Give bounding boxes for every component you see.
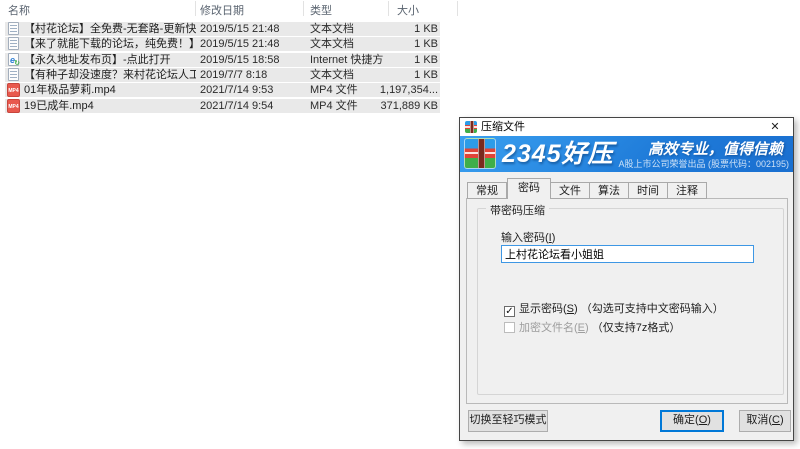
- close-icon[interactable]: ✕: [765, 119, 785, 135]
- encrypt-filename-checkbox[interactable]: 加密文件名(E) （仅支持7z格式）: [504, 322, 680, 336]
- password-input[interactable]: [501, 245, 754, 263]
- app-logo-icon: [465, 121, 477, 133]
- text-file-icon: [7, 68, 20, 82]
- file-row[interactable]: e↻ 【永久地址发布页】-点此打开 2019/5/15 18:58 Intern…: [5, 53, 440, 67]
- password-label: 输入密码(I): [501, 229, 555, 245]
- file-row[interactable]: MP4 01年极品萝莉.mp4 2021/7/14 9:53 MP4 文件 1,…: [5, 83, 440, 97]
- compress-dialog: 压缩文件 ✕ 2345好压 高效专业，值得信赖 A股上市公司荣誉出品 (股票代码…: [459, 117, 794, 441]
- column-divider[interactable]: [303, 1, 304, 16]
- file-name: 【有种子却没速度？来村花论坛人工加...: [24, 68, 196, 82]
- tab-algorithm[interactable]: 算法: [590, 182, 629, 199]
- column-header-type[interactable]: 类型: [310, 2, 332, 18]
- mp4-file-icon: MP4: [7, 99, 20, 113]
- file-name: 【村花论坛】全免费-无套路-更新快.txt: [24, 22, 196, 36]
- file-size: 1 KB: [350, 22, 438, 36]
- file-date: 2019/5/15 21:48: [200, 37, 300, 51]
- dialog-title: 压缩文件: [481, 118, 525, 136]
- file-date: 2019/5/15 18:58: [200, 53, 300, 67]
- column-divider[interactable]: [457, 1, 458, 16]
- file-size: 371,889 KB: [350, 99, 438, 113]
- column-divider[interactable]: [195, 1, 196, 16]
- groupbox-title: 带密码压缩: [486, 202, 549, 218]
- tab-time[interactable]: 时间: [629, 182, 668, 199]
- brand-logo-icon: [464, 138, 496, 169]
- file-name: 19已成年.mp4: [24, 99, 196, 113]
- file-size: 1 KB: [350, 37, 438, 51]
- file-row[interactable]: 【村花论坛】全免费-无套路-更新快.txt 2019/5/15 21:48 文本…: [5, 22, 440, 36]
- file-row[interactable]: 【来了就能下载的论坛，纯免费！】.txt 2019/5/15 21:48 文本文…: [5, 37, 440, 51]
- internet-shortcut-icon: e↻: [7, 53, 20, 67]
- text-file-icon: [7, 22, 20, 36]
- ok-button[interactable]: 确定(O): [660, 410, 724, 432]
- file-row[interactable]: 【有种子却没速度？来村花论坛人工加... 2019/7/7 8:18 文本文档 …: [5, 68, 440, 82]
- tab-password[interactable]: 密码: [507, 178, 551, 199]
- file-name: 01年极品萝莉.mp4: [24, 83, 196, 97]
- desktop: 名称 修改日期 类型 大小 【村花论坛】全免费-无套路-更新快.txt 2019…: [0, 0, 800, 449]
- brand-banner: 2345好压 高效专业，值得信赖 A股上市公司荣誉出品 (股票代码：002195…: [460, 136, 793, 172]
- tab-general[interactable]: 常规: [467, 182, 507, 199]
- column-divider[interactable]: [388, 1, 389, 16]
- file-list-header: 名称 修改日期 类型 大小: [0, 0, 460, 17]
- brand-name: 2345好压: [502, 137, 614, 171]
- tab-comment[interactable]: 注释: [668, 182, 707, 199]
- file-name: 【来了就能下载的论坛，纯免费！】.txt: [24, 37, 196, 51]
- file-date: 2019/5/15 21:48: [200, 22, 300, 36]
- file-size: 1,197,354...: [350, 83, 438, 97]
- file-date: 2021/7/14 9:54: [200, 99, 300, 113]
- file-name: 【永久地址发布页】-点此打开: [24, 53, 196, 67]
- file-size: 1 KB: [350, 68, 438, 82]
- text-file-icon: [7, 37, 20, 51]
- mp4-file-icon: MP4: [7, 83, 20, 97]
- brand-slogan: 高效专业，值得信赖: [648, 138, 783, 159]
- column-header-name[interactable]: 名称: [8, 2, 30, 18]
- dialog-titlebar: 压缩文件 ✕: [460, 118, 793, 136]
- file-row[interactable]: MP4 19已成年.mp4 2021/7/14 9:54 MP4 文件 371,…: [5, 99, 440, 113]
- switch-light-mode-button[interactable]: 切换至轻巧模式: [468, 410, 548, 432]
- tab-files[interactable]: 文件: [551, 182, 590, 199]
- file-date: 2021/7/14 9:53: [200, 83, 300, 97]
- cancel-button[interactable]: 取消(C): [739, 410, 791, 432]
- dialog-tabs: 常规 密码 文件 算法 时间 注释: [467, 178, 707, 199]
- checkbox-checked-icon[interactable]: ✓: [504, 306, 515, 317]
- file-size: 1 KB: [350, 53, 438, 67]
- column-header-size[interactable]: 大小: [397, 2, 419, 18]
- show-password-checkbox[interactable]: ✓显示密码(S) （勾选可支持中文密码输入）: [504, 303, 724, 317]
- column-header-date[interactable]: 修改日期: [200, 2, 244, 18]
- brand-subtitle: A股上市公司荣誉出品 (股票代码：002195): [618, 157, 789, 170]
- file-date: 2019/7/7 8:18: [200, 68, 300, 82]
- checkbox-unchecked-icon[interactable]: [504, 322, 515, 333]
